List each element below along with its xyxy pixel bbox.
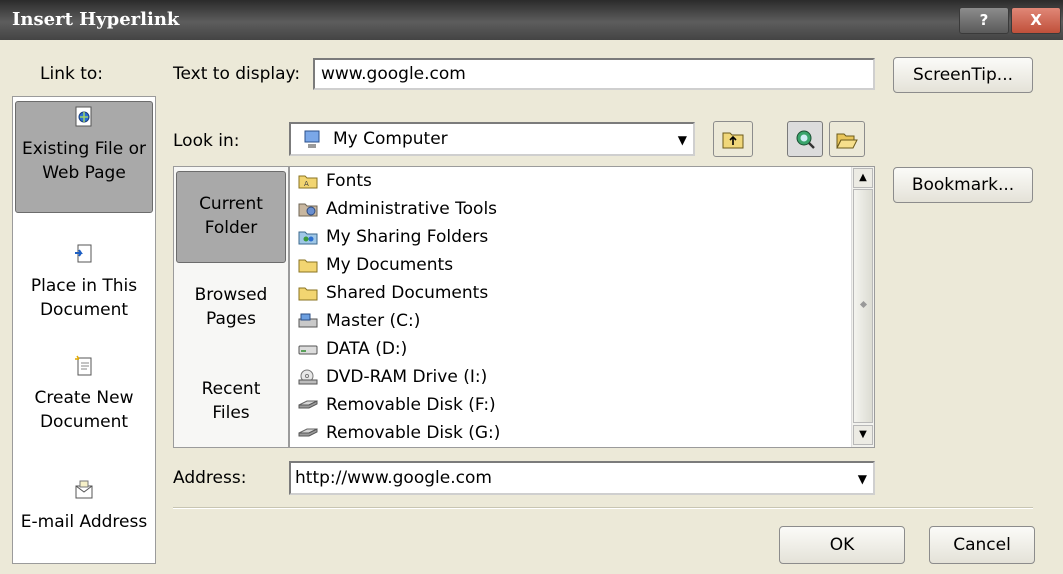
file-list-scrollbar[interactable]: ▲ ▼: [851, 167, 874, 447]
open-folder-icon: [836, 133, 858, 149]
link-to-label: Link to:: [40, 64, 104, 84]
nav-item-line2: Folder: [204, 218, 258, 238]
file-name: My Documents: [326, 255, 454, 275]
list-item[interactable]: DVD-RAM Drive (I:): [298, 363, 487, 391]
cancel-button[interactable]: Cancel: [929, 526, 1035, 564]
address-combobox[interactable]: http://www.google.com ▼: [289, 461, 875, 495]
title-bar[interactable]: Insert Hyperlink ? X: [0, 0, 1063, 40]
file-name: Removable Disk (F:): [326, 395, 496, 415]
list-item[interactable]: Removable Disk (G:): [298, 419, 500, 447]
nav-item-line1: Current: [199, 194, 263, 214]
link-item-line2: Document: [39, 412, 129, 432]
link-existing-file[interactable]: Existing File or Web Page: [15, 101, 153, 213]
removable-disk-icon: [298, 400, 318, 409]
screentip-button[interactable]: ScreenTip...: [893, 57, 1033, 93]
separator: [173, 507, 1033, 509]
link-item-line2: Document: [39, 300, 129, 320]
drive-icon: [298, 345, 318, 355]
folder-icon: [298, 259, 318, 273]
folder-icon: [298, 287, 318, 301]
bookmark-button[interactable]: Bookmark...: [893, 167, 1033, 203]
link-to-bar: Existing File or Web Page Place in This …: [12, 96, 156, 564]
nav-item-line2: Files: [212, 403, 250, 423]
list-item[interactable]: My Documents: [298, 251, 453, 279]
address-value: http://www.google.com: [295, 468, 492, 488]
browse-web-icon: [796, 130, 815, 149]
admin-tools-icon: [298, 203, 318, 217]
file-name: Fonts: [326, 171, 372, 191]
help-button[interactable]: ?: [959, 7, 1009, 34]
nav-current-folder[interactable]: Current Folder: [176, 171, 286, 263]
look-in-label: Look in:: [173, 131, 240, 151]
close-button[interactable]: X: [1011, 7, 1061, 34]
address-label: Address:: [173, 468, 247, 488]
link-place-in-document[interactable]: Place in This Document: [15, 239, 153, 320]
list-item[interactable]: DATA (D:): [298, 335, 407, 363]
scroll-down-icon[interactable]: ▼: [853, 425, 873, 445]
folder-nav-bar: Current Folder Browsed Pages Recent File…: [173, 166, 289, 448]
browse-file-button[interactable]: [829, 121, 865, 157]
link-create-new-document[interactable]: Create New Document: [15, 351, 153, 432]
browse-web-button[interactable]: [787, 121, 823, 157]
list-item[interactable]: My Sharing Folders: [298, 223, 488, 251]
list-item[interactable]: A Fonts: [298, 167, 372, 195]
file-name: Removable Disk (G:): [326, 423, 501, 443]
file-name: Master (C:): [326, 311, 421, 331]
new-document-icon: [75, 355, 92, 376]
link-item-line1: E-mail Address: [20, 512, 148, 532]
list-item[interactable]: Removable Disk (F:): [298, 391, 496, 419]
link-item-line1: Existing File or: [22, 139, 146, 159]
link-item-line2: Web Page: [42, 163, 126, 183]
text-to-display-input[interactable]: www.google.com: [313, 58, 875, 90]
existing-file-icon: [75, 106, 92, 127]
dialog-title: Insert Hyperlink: [12, 9, 180, 30]
link-item-line1: Create New: [34, 388, 134, 408]
file-name: My Sharing Folders: [326, 227, 489, 247]
nav-recent-files[interactable]: Recent Files: [176, 377, 286, 441]
text-to-display-label: Text to display:: [173, 64, 301, 84]
look-in-value: My Computer: [333, 129, 448, 149]
folder-icon: A: [298, 175, 318, 189]
file-list[interactable]: A Fonts Administrative Tools My Sharing F…: [289, 166, 875, 448]
email-icon: [75, 480, 93, 499]
link-email-address[interactable]: E-mail Address: [15, 475, 153, 545]
file-name: Shared Documents: [326, 283, 489, 303]
up-one-folder-button[interactable]: [713, 121, 753, 157]
nav-item-line1: Recent: [201, 379, 261, 399]
look-in-combobox[interactable]: My Computer ▼: [289, 122, 695, 156]
dvd-drive-icon: [298, 369, 318, 385]
file-name: DATA (D:): [326, 339, 408, 359]
list-item[interactable]: Shared Documents: [298, 279, 488, 307]
dropdown-arrow-icon[interactable]: ▼: [678, 124, 687, 156]
sharing-folder-icon: [298, 231, 318, 245]
nav-item-line2: Pages: [205, 309, 256, 329]
ok-button[interactable]: OK: [779, 526, 905, 564]
list-item[interactable]: Master (C:): [298, 307, 420, 335]
up-folder-icon: [722, 132, 744, 149]
file-name: Administrative Tools: [326, 199, 498, 219]
list-item[interactable]: Administrative Tools: [298, 195, 497, 223]
link-item-line1: Place in This: [30, 276, 138, 296]
scroll-thumb[interactable]: [853, 189, 873, 423]
nav-item-line1: Browsed: [194, 285, 268, 305]
dropdown-arrow-icon[interactable]: ▼: [858, 463, 867, 495]
nav-browsed-pages[interactable]: Browsed Pages: [176, 283, 286, 347]
place-in-document-icon: [75, 244, 92, 263]
insert-hyperlink-dialog: Insert Hyperlink ? X Link to: Existing F…: [0, 0, 1063, 574]
drive-icon: [298, 313, 318, 328]
file-name: DVD-RAM Drive (I:): [326, 367, 488, 387]
removable-disk-icon: [298, 428, 318, 437]
my-computer-icon: [304, 130, 320, 148]
scroll-up-icon[interactable]: ▲: [853, 168, 873, 188]
svg-text:A: A: [304, 180, 309, 188]
